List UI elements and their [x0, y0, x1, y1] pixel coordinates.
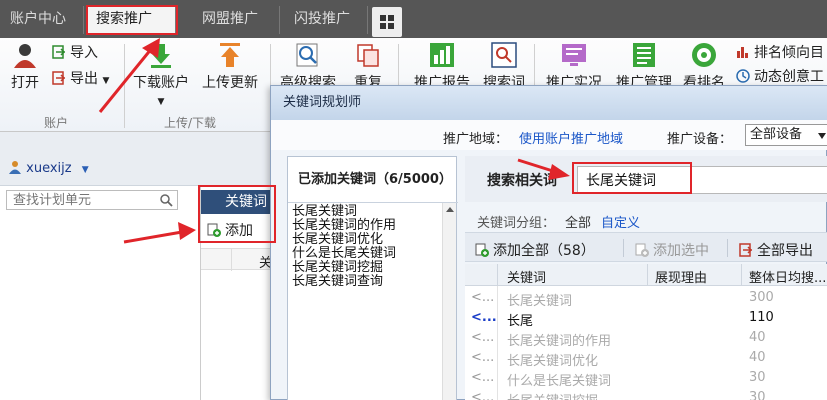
region-link[interactable]: 使用账户推广地域 — [519, 128, 623, 147]
tab-network-promotion[interactable]: 网盟推广 — [188, 6, 280, 34]
search-icon[interactable] — [159, 193, 173, 207]
annotation-box-tab — [86, 5, 178, 35]
table-row[interactable]: <... 长尾关键词优化 40 — [465, 348, 827, 369]
annotation-box-add — [198, 185, 276, 243]
user-icon — [9, 161, 21, 174]
search-related-label: 搜索相关词 — [487, 173, 557, 189]
add-row-arrow[interactable]: <... — [471, 310, 497, 325]
table-row[interactable]: <... 什么是长尾关键词 30 — [465, 368, 827, 389]
import-button[interactable]: 导入 — [52, 42, 98, 62]
add-icon — [475, 243, 489, 257]
left-panel: xuexijz ▼ 关键词 添加 关 — [0, 132, 273, 400]
upload-icon — [220, 43, 240, 67]
group-custom-option[interactable]: 自定义 — [601, 216, 640, 231]
keyword-planner-dialog: 关键词规划师 推广地域： 使用账户推广地域 推广设备： 全部设备 已添加关键词（… — [270, 85, 827, 400]
export-icon — [52, 71, 66, 85]
tab-flash-promotion[interactable]: 闪投推广 — [282, 6, 368, 34]
import-icon — [52, 45, 66, 59]
column-daily-search[interactable]: 整体日均搜... — [749, 267, 826, 286]
add-row-arrow[interactable]: <... — [471, 290, 494, 305]
plan-unit-search — [6, 190, 178, 210]
magnifier-icon — [296, 43, 318, 67]
rank-tendency-button[interactable]: 排名倾向目 — [736, 42, 824, 62]
group-label-upload-download: 上传/下载 — [164, 116, 217, 130]
dialog-options-bar: 推广地域： 使用账户推广地域 推广设备： 全部设备 — [271, 120, 827, 150]
annotation-box-search — [572, 162, 692, 194]
account-selector[interactable]: xuexijz ▼ — [8, 160, 89, 176]
add-row-arrow[interactable]: <... — [471, 350, 494, 365]
column-reason[interactable]: 展现理由 — [655, 267, 707, 286]
keyword-column-header: 关 — [201, 248, 273, 271]
chevron-down-icon — [818, 133, 826, 139]
added-keywords-box: 已添加关键词（6/5000） 长尾关键词 长尾关键词的作用 长尾关键词优化 什么… — [287, 156, 458, 400]
search-term-icon — [491, 42, 517, 68]
add-all-button[interactable]: 添加全部（58） — [475, 240, 595, 260]
table-row[interactable]: <... 长尾关键词的作用 40 — [465, 328, 827, 349]
grid-menu-icon[interactable] — [372, 7, 402, 37]
scroll-up-icon[interactable] — [446, 207, 454, 212]
action-row: 添加全部（58） 添加选中 全部导出 — [465, 232, 827, 262]
add-icon — [635, 243, 649, 257]
download-account-button[interactable]: 下载账户 ▼ — [130, 42, 192, 108]
group-all-option[interactable]: 全部 — [565, 216, 591, 231]
table-row[interactable]: <... 长尾 110 — [465, 308, 827, 329]
monitor-icon — [562, 44, 586, 66]
add-row-arrow[interactable]: <... — [471, 390, 494, 400]
tab-account-center[interactable]: 账户中心 — [0, 6, 84, 34]
chevron-down-icon: ▼ — [157, 97, 165, 107]
user-icon — [14, 44, 36, 68]
bar-chart-icon — [430, 43, 454, 67]
keyword-results-table: 关键词 展现理由 整体日均搜... <... 长尾关键词 300 <... 长尾… — [465, 264, 827, 400]
rank-bars-icon — [737, 47, 748, 58]
open-button[interactable]: 打开 — [8, 42, 42, 92]
added-scrollbar[interactable] — [442, 203, 456, 400]
upload-update-button[interactable]: 上传更新 — [200, 42, 260, 92]
target-icon — [692, 43, 716, 67]
export-button[interactable]: 导出 ▼ — [52, 68, 109, 88]
chevron-down-icon: ▼ — [102, 76, 110, 86]
add-row-arrow[interactable]: <... — [471, 330, 494, 345]
table-header: 关键词 展现理由 整体日均搜... — [465, 264, 827, 286]
divider — [124, 44, 125, 128]
column-keyword[interactable]: 关键词 — [507, 267, 546, 286]
table-row[interactable]: <... 长尾关键词 300 — [465, 288, 827, 309]
user-bar: xuexijz ▼ — [0, 132, 272, 186]
device-select[interactable]: 全部设备 — [745, 124, 827, 146]
added-keywords-title: 已添加关键词（6/5000） — [288, 157, 458, 203]
group-label-account: 账户 — [44, 116, 69, 130]
download-icon — [151, 44, 171, 68]
dynamic-idea-icon — [736, 69, 750, 83]
search-input[interactable] — [7, 191, 155, 209]
manage-icon — [633, 43, 655, 67]
add-selected-button[interactable]: 添加选中 — [635, 240, 709, 260]
export-icon — [739, 243, 753, 257]
dialog-title: 关键词规划师 — [271, 86, 827, 120]
duplicate-icon — [357, 44, 379, 67]
dynamic-idea-button[interactable]: 动态创意工 — [736, 66, 824, 86]
added-keywords-list[interactable]: 长尾关键词 长尾关键词的作用 长尾关键词优化 什么是长尾关键词 长尾关键词挖掘 … — [292, 205, 442, 289]
chevron-down-icon: ▼ — [81, 165, 89, 175]
add-row-arrow[interactable]: <... — [471, 370, 494, 385]
export-all-button[interactable]: 全部导出 — [739, 240, 813, 260]
keyword-group-row: 关键词分组： 全部 自定义 — [477, 216, 641, 231]
table-row[interactable]: <... 长尾关键词挖掘 30 — [465, 388, 827, 400]
region-label: 推广地域： — [443, 132, 509, 147]
device-label: 推广设备： — [667, 132, 733, 147]
